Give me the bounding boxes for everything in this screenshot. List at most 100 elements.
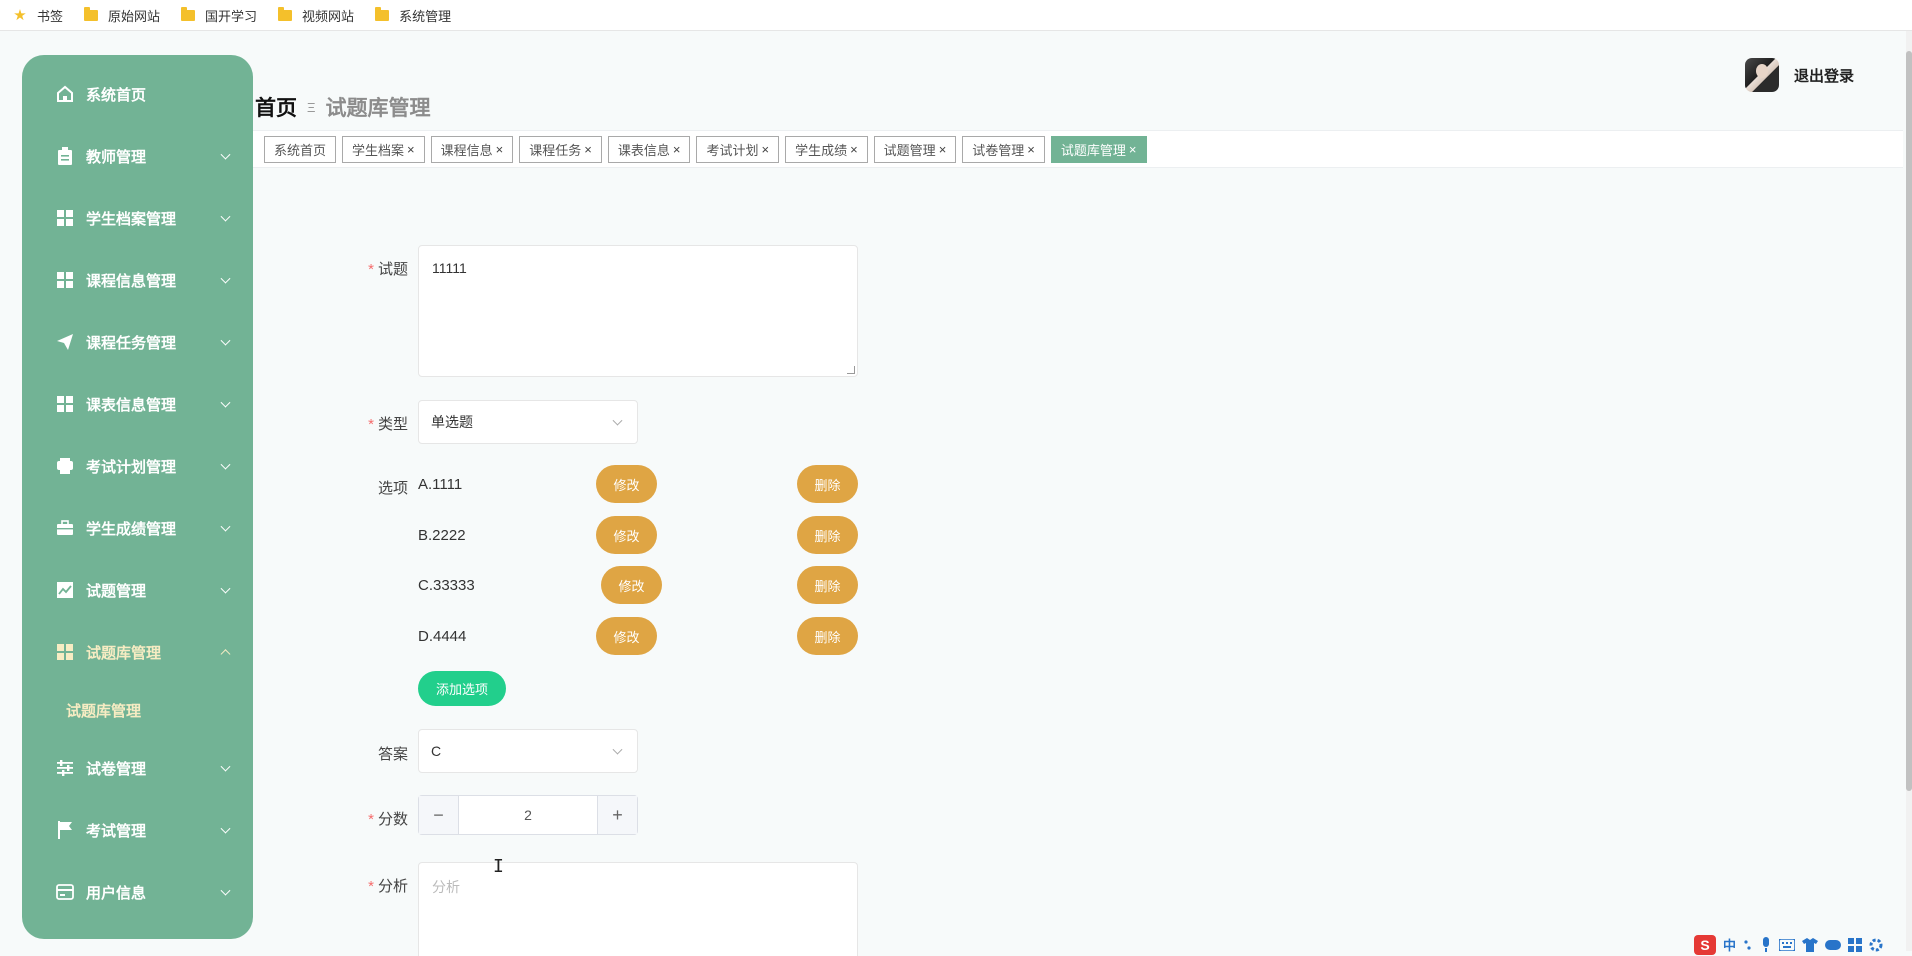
close-icon[interactable]: × bbox=[1027, 142, 1035, 157]
question-textarea[interactable]: 11111 bbox=[418, 245, 858, 377]
tab-label: 课程任务 bbox=[529, 142, 582, 158]
grid-icon bbox=[56, 271, 74, 289]
option-b-delete-button[interactable]: 删除 bbox=[797, 516, 858, 554]
sidebar: 系统首页 教师管理 学生档案管理 课程信息管理 课程任务管理 课表信息管理 考试… bbox=[22, 55, 253, 939]
tab-label: 课表信息 bbox=[617, 142, 670, 158]
sidebar-subitem-question-bank[interactable]: 试题库管理 bbox=[22, 683, 253, 737]
page-scrollbar[interactable] bbox=[1906, 31, 1912, 951]
sidebar-item-student-grades[interactable]: 学生成绩管理 bbox=[22, 497, 253, 559]
option-d-edit-button[interactable]: 修改 bbox=[596, 617, 657, 655]
sidebar-item-exams[interactable]: 考试管理 bbox=[22, 799, 253, 861]
sidebar-item-student-records[interactable]: 学生档案管理 bbox=[22, 187, 253, 249]
type-select[interactable]: 单选题 bbox=[418, 400, 638, 444]
home-icon bbox=[56, 85, 74, 103]
tab-student-records[interactable]: 学生档案 × bbox=[342, 135, 425, 163]
toolbox-icon[interactable] bbox=[1848, 937, 1863, 952]
sidebar-item-user-info[interactable]: 用户信息 bbox=[22, 861, 253, 923]
options-label: 选项 bbox=[377, 480, 408, 497]
decrement-button[interactable]: − bbox=[419, 796, 459, 834]
add-option-button[interactable]: 添加选项 bbox=[418, 671, 506, 706]
sidebar-item-course-info[interactable]: 课程信息管理 bbox=[22, 249, 253, 311]
close-icon[interactable]: × bbox=[761, 142, 769, 157]
tab-label: 试卷管理 bbox=[972, 142, 1025, 158]
close-icon[interactable]: × bbox=[1129, 142, 1137, 157]
text-cursor-icon: I bbox=[493, 856, 504, 877]
sidebar-item-timetable[interactable]: 课表信息管理 bbox=[22, 373, 253, 435]
close-icon[interactable]: × bbox=[850, 142, 858, 157]
tab-home[interactable]: 系统首页 bbox=[264, 135, 337, 163]
card-icon bbox=[56, 883, 74, 901]
tab-label: 试题库管理 bbox=[1060, 142, 1126, 158]
bookmark-bookmarks[interactable]: ★ 书签 bbox=[12, 6, 63, 25]
tab-label: 系统首页 bbox=[274, 142, 327, 158]
breadcrumb-current: 试题库管理 bbox=[325, 97, 431, 120]
bookmark-folder-video-sites[interactable]: 视频网站 bbox=[277, 6, 354, 25]
sliders-icon bbox=[56, 759, 74, 777]
ime-logo-icon[interactable]: S bbox=[1694, 934, 1716, 955]
skin-icon[interactable] bbox=[1802, 937, 1819, 952]
option-d-delete-button[interactable]: 删除 bbox=[797, 617, 858, 655]
microphone-icon[interactable] bbox=[1760, 936, 1772, 953]
close-icon[interactable]: × bbox=[407, 142, 415, 157]
option-c-edit-button[interactable]: 修改 bbox=[601, 566, 662, 604]
logout-button[interactable]: 退出登录 bbox=[1794, 65, 1854, 86]
sidebar-item-papers[interactable]: 试卷管理 bbox=[22, 737, 253, 799]
bookmark-folder-open-university[interactable]: 国开学习 bbox=[180, 6, 257, 25]
resize-handle[interactable] bbox=[847, 366, 855, 374]
bookmark-folder-original-sites[interactable]: 原始网站 bbox=[83, 6, 160, 25]
analysis-placeholder: 分析 bbox=[432, 879, 460, 895]
folder-icon bbox=[83, 6, 99, 23]
option-a-delete-button[interactable]: 删除 bbox=[797, 465, 858, 503]
sidebar-item-course-tasks[interactable]: 课程任务管理 bbox=[22, 311, 253, 373]
tab-exam-plans[interactable]: 考试计划 × bbox=[696, 135, 780, 163]
ime-mode[interactable]: 中 bbox=[1723, 935, 1736, 954]
chart-icon bbox=[56, 581, 74, 599]
option-text: C.33333 bbox=[418, 577, 475, 594]
chevron-down-icon bbox=[220, 583, 231, 594]
tab-papers[interactable]: 试卷管理 × bbox=[962, 135, 1045, 163]
sidebar-item-question-bank[interactable]: 试题库管理 bbox=[22, 621, 253, 683]
sidebar-item-label: 系统首页 bbox=[86, 86, 147, 104]
star-icon: ★ bbox=[13, 6, 27, 24]
close-icon[interactable]: × bbox=[584, 142, 592, 157]
tab-student-grades[interactable]: 学生成绩 × bbox=[785, 135, 868, 163]
tab-question-bank[interactable]: 试题库管理 × bbox=[1050, 135, 1147, 163]
option-b-edit-button[interactable]: 修改 bbox=[596, 516, 657, 554]
tab-questions[interactable]: 试题管理 × bbox=[873, 135, 957, 163]
scrollbar-thumb[interactable] bbox=[1906, 51, 1912, 791]
chevron-down-icon bbox=[220, 273, 231, 284]
sidebar-item-teachers[interactable]: 教师管理 bbox=[22, 125, 253, 187]
answer-select[interactable]: C bbox=[418, 729, 638, 773]
punctuation-icon[interactable] bbox=[1743, 938, 1753, 952]
question-value: 11111 bbox=[432, 260, 467, 276]
sidebar-item-label: 课程信息管理 bbox=[86, 272, 177, 290]
bookmark-label: 国开学习 bbox=[205, 8, 258, 24]
breadcrumb-home[interactable]: 首页 bbox=[255, 92, 297, 122]
tab-course-tasks[interactable]: 课程任务 × bbox=[519, 135, 602, 163]
tab-course-info[interactable]: 课程信息 × bbox=[430, 135, 514, 163]
increment-button[interactable]: + bbox=[597, 796, 637, 834]
user-area: 退出登录 bbox=[1745, 58, 1854, 92]
score-input[interactable]: 2 bbox=[459, 796, 597, 834]
settings-icon[interactable] bbox=[1869, 938, 1883, 952]
folder-icon bbox=[374, 6, 390, 23]
close-icon[interactable]: × bbox=[939, 142, 947, 157]
sidebar-item-label: 试卷管理 bbox=[86, 760, 147, 778]
sidebar-item-home[interactable]: 系统首页 bbox=[22, 63, 253, 125]
close-icon[interactable]: × bbox=[673, 142, 681, 157]
analysis-textarea[interactable]: 分析 bbox=[418, 862, 858, 956]
avatar[interactable] bbox=[1745, 58, 1779, 92]
sidebar-item-label: 考试计划管理 bbox=[86, 458, 177, 476]
bookmark-folder-system-admin[interactable]: 系统管理 bbox=[374, 6, 451, 25]
close-icon[interactable]: × bbox=[496, 142, 504, 157]
keyboard-icon[interactable] bbox=[1779, 938, 1796, 951]
option-c-delete-button[interactable]: 删除 bbox=[797, 566, 858, 604]
sidebar-item-label: 教师管理 bbox=[86, 148, 147, 166]
sidebar-item-questions[interactable]: 试题管理 bbox=[22, 559, 253, 621]
option-a-edit-button[interactable]: 修改 bbox=[596, 465, 657, 503]
tab-timetable[interactable]: 课表信息 × bbox=[607, 135, 691, 163]
breadcrumb: 首页 Ξ 试题库管理 bbox=[255, 92, 430, 122]
sidebar-item-exam-plans[interactable]: 考试计划管理 bbox=[22, 435, 253, 497]
chevron-down-icon bbox=[612, 415, 623, 426]
gamepad-icon[interactable] bbox=[1825, 939, 1842, 951]
